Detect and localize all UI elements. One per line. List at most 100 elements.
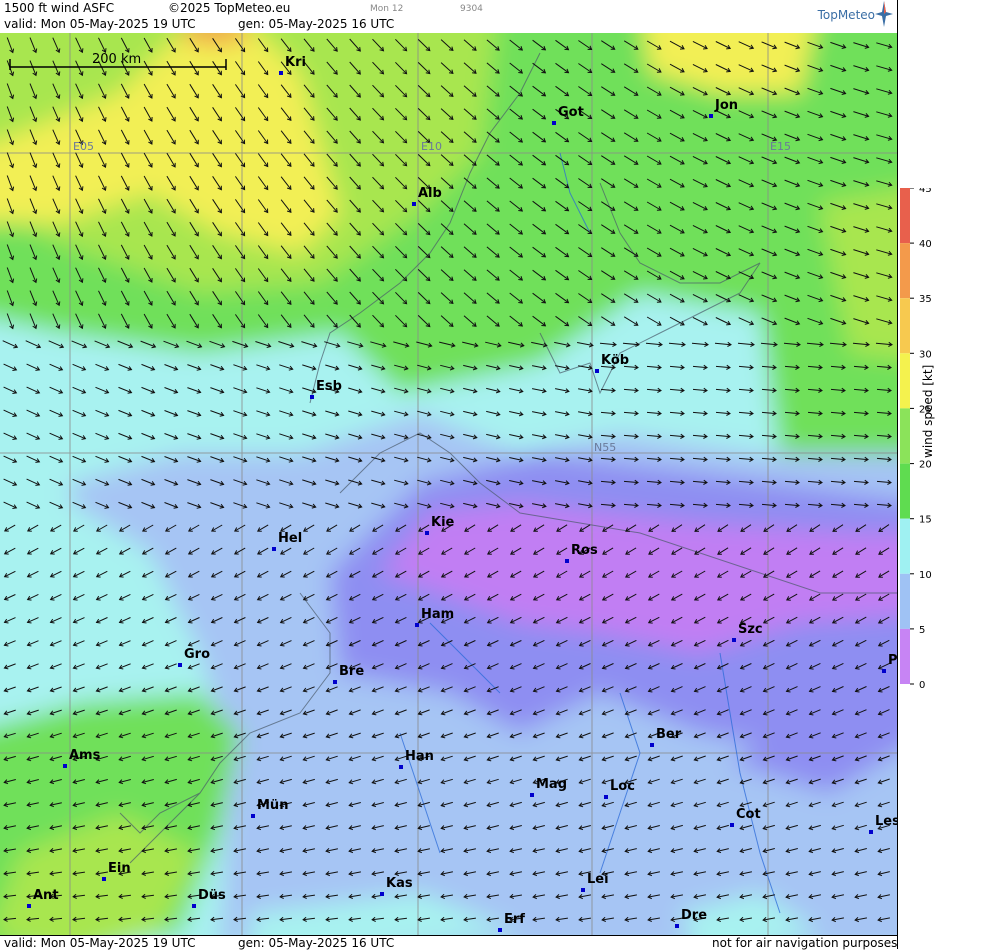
city-marker: [251, 814, 255, 818]
city-label: Han: [405, 749, 434, 764]
city-label: Düs: [198, 888, 226, 903]
city-label: Loc: [610, 779, 635, 794]
product-title: 1500 ft wind ASFC: [4, 1, 115, 15]
city-marker: [310, 395, 314, 399]
city-label: Mün: [257, 798, 289, 813]
legend-color-band: [900, 243, 910, 299]
legend-unit-label: wind speed [kt]: [921, 364, 935, 458]
wind-map: E05 E10 E15 N55 200 km Kri Got Jon Alb Esb Kö…: [0, 33, 897, 935]
city-marker: [178, 663, 182, 667]
legend-color-band: [900, 298, 910, 354]
city-marker: [192, 904, 196, 908]
city-marker: [732, 638, 736, 642]
city-label: Kri: [285, 55, 306, 70]
run-info-a: Mon 12: [370, 4, 404, 14]
city-label: Jon: [715, 98, 739, 113]
legend-color-band: [900, 408, 910, 464]
city-marker: [498, 928, 502, 932]
grid-label-e05: E05: [73, 140, 94, 153]
city-label: Dre: [681, 908, 708, 923]
city-marker: [552, 121, 556, 125]
scale-label: 200 km: [92, 52, 142, 67]
city-marker: [412, 202, 416, 206]
city-marker: [530, 793, 534, 797]
legend-tick-label: 10: [919, 570, 932, 581]
city-label: Szc: [738, 622, 763, 637]
legend-tick-label: 45: [919, 188, 932, 195]
legend: 45 40 35 30 25 20 15 10 5 0 wind speed [kt]: [899, 184, 989, 691]
city-label: Gro: [184, 647, 211, 662]
city-label: Ber: [656, 727, 682, 742]
city-marker: [882, 669, 886, 673]
map-header: 1500 ft wind ASFC ©2025 TopMeteo.eu Mon …: [0, 0, 897, 34]
city-label: Lei: [587, 872, 609, 887]
city-marker: [595, 369, 599, 373]
legend-color-band: [900, 188, 910, 244]
legend-color-band: [900, 463, 910, 519]
legend-tick-label: 30: [919, 349, 932, 360]
city-marker: [272, 547, 276, 551]
legend-color-band: [900, 353, 910, 409]
wind-speed-colorbar: 454035302520151050: [900, 184, 932, 691]
map-footer: valid: Mon 05-May-2025 19 UTC gen: 05-Ma…: [0, 935, 897, 950]
grid-label-n55: N55: [594, 441, 617, 454]
legend-color-band: [900, 518, 910, 574]
city-label: Esb: [316, 379, 342, 394]
city-marker: [415, 623, 419, 627]
city-marker: [869, 830, 873, 834]
city-marker: [333, 680, 337, 684]
city-label: P: [888, 653, 897, 668]
city-marker: [650, 743, 654, 747]
wind-map-canvas: [0, 33, 897, 935]
city-marker: [380, 892, 384, 896]
city-label: Bre: [339, 664, 365, 679]
city-label: Erf: [504, 912, 525, 927]
city-label: Ham: [421, 607, 455, 622]
city-label: Ams: [69, 748, 101, 763]
city-marker: [425, 531, 429, 535]
gen-time: gen: 05-May-2025 16 UTC: [238, 17, 395, 31]
city-label: Les: [875, 814, 897, 829]
city-marker: [279, 71, 283, 75]
city-label: Köb: [601, 353, 630, 368]
run-info-b: 9304: [460, 4, 483, 14]
grid-label-e15: E15: [770, 140, 791, 153]
city-marker: [730, 823, 734, 827]
city-marker: [63, 764, 67, 768]
city-marker: [27, 904, 31, 908]
city-marker: [709, 114, 713, 118]
city-label: Kas: [386, 876, 413, 891]
legend-tick-label: 40: [919, 239, 932, 250]
grid-label-e10: E10: [421, 140, 442, 153]
compass-star-icon: [875, 1, 893, 27]
city-label: Alb: [418, 186, 442, 201]
city-marker: [102, 877, 106, 881]
legend-tick-label: 0: [919, 680, 925, 688]
city-marker: [675, 924, 679, 928]
disclaimer: not for air navigation purposes: [712, 936, 898, 950]
city-label: Got: [558, 105, 584, 120]
panel-border: [897, 0, 898, 949]
footer-valid-time: valid: Mon 05-May-2025 19 UTC: [4, 936, 196, 950]
city-marker: [399, 765, 403, 769]
city-label: Cot: [736, 807, 761, 822]
legend-tick-label: 5: [919, 625, 925, 636]
city-label: Ein: [108, 861, 131, 876]
legend-tick-label: 35: [919, 294, 932, 305]
brand-logo-text: TopMeteo: [817, 8, 875, 22]
city-label: Ant: [33, 888, 59, 903]
city-label: Kie: [431, 515, 455, 530]
legend-tick-label: 15: [919, 515, 932, 526]
city-marker: [604, 795, 608, 799]
city-label: Hel: [278, 531, 303, 546]
city-marker: [581, 888, 585, 892]
footer-gen-time: gen: 05-May-2025 16 UTC: [238, 936, 395, 950]
legend-color-band: [900, 628, 910, 684]
legend-tick-label: 20: [919, 460, 932, 471]
city-label: Ros: [571, 543, 598, 558]
city-label: Mag: [536, 777, 568, 792]
legend-color-band: [900, 573, 910, 629]
valid-time: valid: Mon 05-May-2025 19 UTC: [4, 17, 196, 31]
copyright: ©2025 TopMeteo.eu: [168, 1, 291, 15]
city-marker: [565, 559, 569, 563]
